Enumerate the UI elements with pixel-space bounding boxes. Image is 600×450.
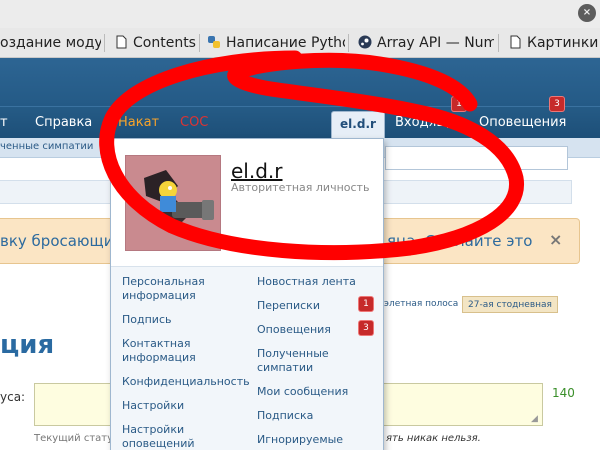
notice-text: вку бросающих bbox=[0, 232, 123, 250]
progress-tab[interactable]: элетная полоса bbox=[379, 296, 463, 313]
bookmark-separator bbox=[348, 34, 349, 52]
nav-item-sos[interactable]: СОС bbox=[180, 115, 208, 130]
account-user-title: Авторитетная личность bbox=[231, 181, 370, 194]
menu-link-alert-settings[interactable]: Настройки оповещений bbox=[122, 423, 240, 450]
menu-link-my-posts[interactable]: Мои сообщения bbox=[257, 385, 377, 399]
alerts-badge: 3 bbox=[550, 97, 564, 111]
site-header bbox=[0, 58, 600, 106]
steam-icon bbox=[358, 35, 372, 49]
bookmark-item[interactable]: Написание Pytho bbox=[207, 33, 345, 53]
bookmarks-bar: оздание модул Contents Написание Pytho A… bbox=[0, 28, 600, 58]
status-label: уса: bbox=[0, 390, 26, 404]
account-card: el.d.r Авторитетная личность bbox=[111, 139, 383, 267]
page-icon bbox=[114, 35, 128, 49]
page-icon bbox=[508, 35, 522, 49]
nav-item-alerts[interactable]: Оповещения bbox=[479, 115, 566, 130]
menu-link-settings[interactable]: Настройки bbox=[122, 399, 240, 413]
bookmark-separator bbox=[498, 34, 499, 52]
bookmark-separator bbox=[199, 34, 200, 52]
bookmark-label: оздание модул bbox=[0, 35, 101, 51]
bookmark-label: Contents bbox=[133, 35, 196, 51]
menu-link-subscriptions[interactable]: Подписка bbox=[257, 409, 377, 423]
menu-link-personal-info[interactable]: Персональная информация bbox=[122, 275, 240, 303]
menu-link-ignored[interactable]: Игнорируемые bbox=[257, 433, 377, 447]
bookmark-item[interactable]: Картинки bbox=[508, 33, 600, 53]
menu-link-news-feed[interactable]: Новостная лента bbox=[257, 275, 377, 289]
bookmark-item[interactable]: оздание модул bbox=[0, 33, 101, 53]
bookmark-separator bbox=[104, 34, 105, 52]
main-navbar: т Справка Накат СОС Входящ Оповещения bbox=[0, 106, 600, 138]
menu-link-signature[interactable]: Подпись bbox=[122, 313, 240, 327]
bookmark-item[interactable]: Array API — Num bbox=[358, 33, 494, 53]
sub-nav-link[interactable]: ченные симпатии bbox=[0, 141, 93, 152]
account-username[interactable]: el.d.r bbox=[231, 159, 283, 183]
progress-tab-active[interactable]: 27-ая стодневная bbox=[462, 296, 558, 313]
search-input[interactable] bbox=[385, 146, 568, 170]
bookmark-label: Array API — Num bbox=[377, 35, 494, 51]
python-icon bbox=[207, 35, 221, 49]
nav-item[interactable]: т bbox=[0, 115, 8, 130]
avatar[interactable] bbox=[125, 155, 221, 251]
menu-link-privacy[interactable]: Конфиденциальность bbox=[122, 375, 250, 389]
window-close-button[interactable]: × bbox=[578, 4, 596, 22]
bookmark-label: Картинки bbox=[527, 35, 599, 51]
conversations-badge: 1 bbox=[359, 297, 373, 311]
account-dropdown: el.d.r Авторитетная личность Персональна… bbox=[110, 138, 384, 450]
nav-item-inbox[interactable]: Входящ bbox=[395, 115, 449, 130]
bookmark-label: Написание Pytho bbox=[226, 35, 345, 51]
status-hint: Текущий стату bbox=[34, 433, 114, 444]
avatar-image bbox=[126, 156, 220, 250]
page-title: ция bbox=[0, 330, 55, 360]
browser-titlebar bbox=[0, 0, 600, 28]
nav-item-user-account[interactable]: el.d.r bbox=[331, 111, 385, 138]
alerts-count-badge: 3 bbox=[359, 321, 373, 335]
nav-item-nakat[interactable]: Накат bbox=[118, 115, 159, 130]
nav-item-help[interactable]: Справка bbox=[35, 115, 92, 130]
resize-handle-icon[interactable]: ◢ bbox=[531, 414, 541, 424]
menu-link-contact-info[interactable]: Контактная информация bbox=[122, 337, 240, 365]
menu-link-likes-received[interactable]: Полученные симпатии bbox=[257, 347, 377, 375]
close-icon[interactable]: × bbox=[549, 230, 562, 249]
char-counter: 140 bbox=[552, 386, 575, 400]
inbox-badge: 1 bbox=[452, 97, 466, 111]
bookmark-item[interactable]: Contents bbox=[114, 33, 196, 53]
notice-text: яца. Сделайте это bbox=[387, 232, 533, 250]
status-hint: ять никак нельзя. bbox=[386, 433, 481, 444]
